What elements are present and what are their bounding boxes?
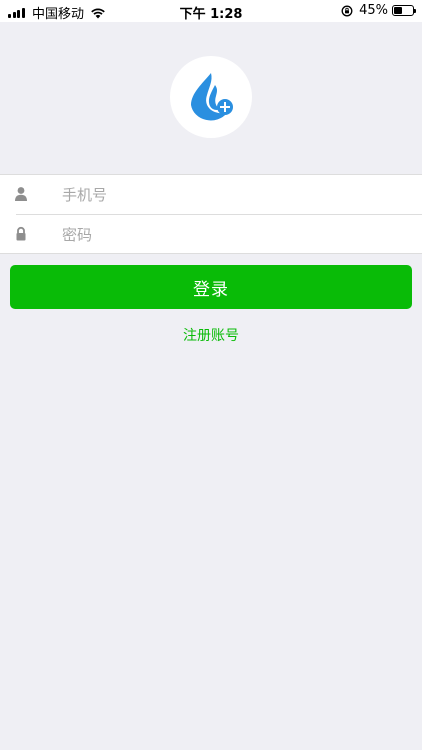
- status-right: 45%: [341, 3, 416, 18]
- battery-percent: 45%: [359, 3, 388, 18]
- password-row: [0, 214, 422, 255]
- lock-icon: [16, 226, 26, 241]
- login-button[interactable]: 登录: [10, 265, 412, 309]
- password-input[interactable]: [62, 215, 402, 255]
- phone-row: [0, 175, 422, 215]
- status-bar: 中国移动 下午 1:28 45%: [0, 0, 422, 22]
- register-link[interactable]: 注册账号: [0, 325, 422, 345]
- battery-icon: [392, 5, 416, 16]
- login-form: [0, 174, 422, 255]
- user-icon: [15, 187, 27, 201]
- water-drop-plus-icon: [191, 73, 233, 121]
- rotation-lock-icon: [341, 5, 353, 16]
- phone-input[interactable]: [62, 175, 402, 215]
- battery-fill: [394, 7, 403, 14]
- app-logo: [170, 56, 252, 138]
